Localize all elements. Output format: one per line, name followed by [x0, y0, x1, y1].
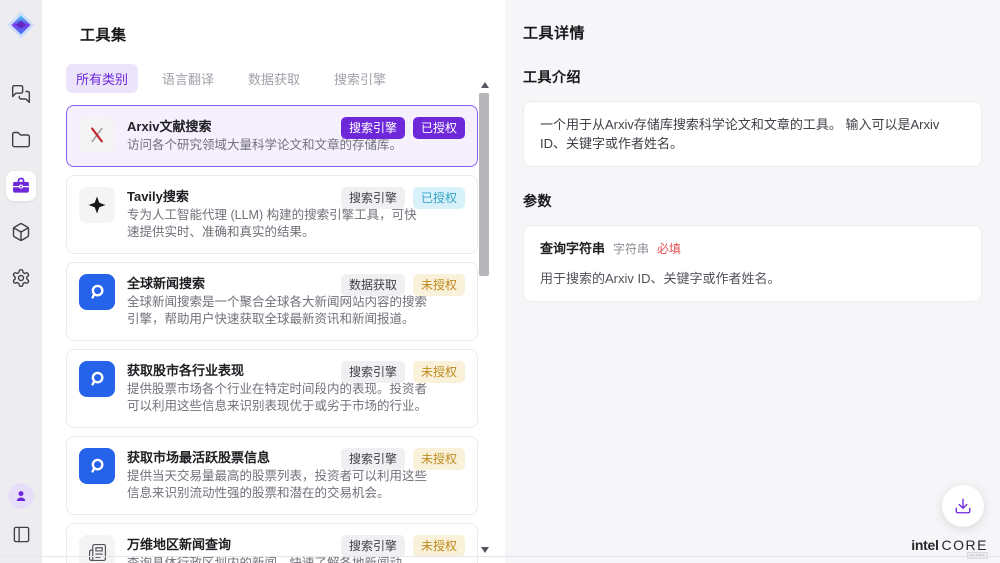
scrollbar[interactable]: [479, 80, 491, 555]
category-badge: 搜索引擎: [341, 535, 405, 557]
app-logo-icon[interactable]: [7, 11, 35, 39]
app-window: 工具集 所有类别 语言翻译 数据获取 搜索引擎 Arxiv文献搜索 访问各个研究…: [0, 0, 1000, 563]
param-description: 用于搜索的Arxiv ID、关键字或作者姓名。: [540, 269, 965, 288]
tab-search-engine[interactable]: 搜索引擎: [324, 64, 396, 93]
download-button[interactable]: [942, 485, 984, 527]
window-bottom-divider: [0, 556, 1000, 557]
tool-card-tavily[interactable]: Tavily搜索 专为人工智能代理 (LLM) 构建的搜索引擎工具，可快速提供实…: [66, 175, 478, 254]
auth-status-badge: 已授权: [413, 187, 465, 209]
blue-search-icon: [79, 274, 115, 310]
page-title: 工具集: [80, 24, 505, 45]
tool-description: 提供当天交易量最高的股票列表，投资者可以利用这些信息来识别流动性强的股票和潜在的…: [127, 468, 427, 503]
user-icon[interactable]: [8, 483, 34, 509]
newspaper-icon: [79, 535, 115, 563]
tool-card-most-active-stocks[interactable]: 获取市场最活跃股票信息 提供当天交易量最高的股票列表，投资者可以利用这些信息来识…: [66, 436, 478, 515]
category-badge: 搜索引擎: [341, 448, 405, 470]
category-badge: 数据获取: [341, 274, 405, 296]
tool-description: 全球新闻搜索是一个聚合全球各大新闻网站内容的搜索引擎，帮助用户快速获取全球最新资…: [127, 294, 427, 329]
details-title: 工具详情: [523, 22, 982, 43]
core-wordmark: CORE: [942, 537, 988, 553]
category-tabs: 所有类别 语言翻译 数据获取 搜索引擎: [66, 64, 505, 93]
tab-data-fetch[interactable]: 数据获取: [238, 64, 310, 93]
toolbox-icon[interactable]: [6, 171, 36, 201]
intel-core-logo: intel CORE ULTRA: [911, 537, 988, 555]
tool-list: Arxiv文献搜索 访问各个研究领域大量科学论文和文章的存储库。 搜索引擎 已授…: [66, 105, 478, 563]
auth-status-badge: 未授权: [413, 535, 465, 557]
folder-icon[interactable]: [6, 125, 36, 155]
box-icon[interactable]: [6, 217, 36, 247]
panel-toggle-icon[interactable]: [6, 519, 36, 549]
tools-panel: 工具集 所有类别 语言翻译 数据获取 搜索引擎 Arxiv文献搜索 访问各个研究…: [42, 0, 505, 563]
intro-heading: 工具介绍: [523, 67, 982, 87]
tab-all-categories[interactable]: 所有类别: [66, 64, 138, 93]
scrollbar-thumb[interactable]: [479, 93, 489, 276]
tool-card-global-news[interactable]: 全球新闻搜索 全球新闻搜索是一个聚合全球各大新闻网站内容的搜索引擎，帮助用户快速…: [66, 262, 478, 341]
arxiv-icon: [79, 117, 115, 153]
tavily-star-icon: [79, 187, 115, 223]
param-card: 查询字符串 字符串 必填 用于搜索的Arxiv ID、关键字或作者姓名。: [523, 225, 982, 302]
param-required-flag: 必填: [657, 240, 681, 259]
tool-card-sector-performance[interactable]: 获取股市各行业表现 提供股票市场各个行业在特定时间段内的表现。投资者可以利用这些…: [66, 349, 478, 428]
param-type: 字符串: [613, 240, 649, 259]
params-heading: 参数: [523, 191, 982, 211]
rail-nav: [6, 79, 36, 293]
auth-status-badge: 未授权: [413, 274, 465, 296]
category-badge: 搜索引擎: [341, 187, 405, 209]
auth-status-badge: 未授权: [413, 361, 465, 383]
download-icon: [954, 497, 972, 515]
tool-card-arxiv[interactable]: Arxiv文献搜索 访问各个研究领域大量科学论文和文章的存储库。 搜索引擎 已授…: [66, 105, 478, 167]
tool-intro-card: 一个用于从Arxiv存储库搜索科学论文和文章的工具。 输入可以是Arxiv ID…: [523, 101, 982, 167]
blue-search-icon: [79, 448, 115, 484]
chat-icon[interactable]: [6, 79, 36, 109]
auth-status-badge: 已授权: [413, 117, 465, 139]
intel-wordmark: intel: [911, 537, 938, 553]
icon-rail: [0, 0, 42, 563]
param-name: 查询字符串: [540, 239, 605, 258]
rail-footer: [6, 483, 36, 549]
tool-description: 访问各个研究领域大量科学论文和文章的存储库。: [127, 137, 427, 155]
tool-description: 提供股票市场各个行业在特定时间段内的表现。投资者可以利用这些信息来识别表现优于或…: [127, 381, 427, 416]
tab-language-translation[interactable]: 语言翻译: [152, 64, 224, 93]
auth-status-badge: 未授权: [413, 448, 465, 470]
scroll-up-arrow-icon[interactable]: [481, 82, 489, 88]
blue-search-icon: [79, 361, 115, 397]
settings-icon[interactable]: [6, 263, 36, 293]
category-badge: 搜索引擎: [341, 117, 405, 139]
category-badge: 搜索引擎: [341, 361, 405, 383]
scroll-down-arrow-icon[interactable]: [481, 547, 489, 553]
details-panel: 工具详情 工具介绍 一个用于从Arxiv存储库搜索科学论文和文章的工具。 输入可…: [505, 0, 1000, 563]
tool-description: 专为人工智能代理 (LLM) 构建的搜索引擎工具，可快速提供实时、准确和真实的结…: [127, 207, 427, 242]
